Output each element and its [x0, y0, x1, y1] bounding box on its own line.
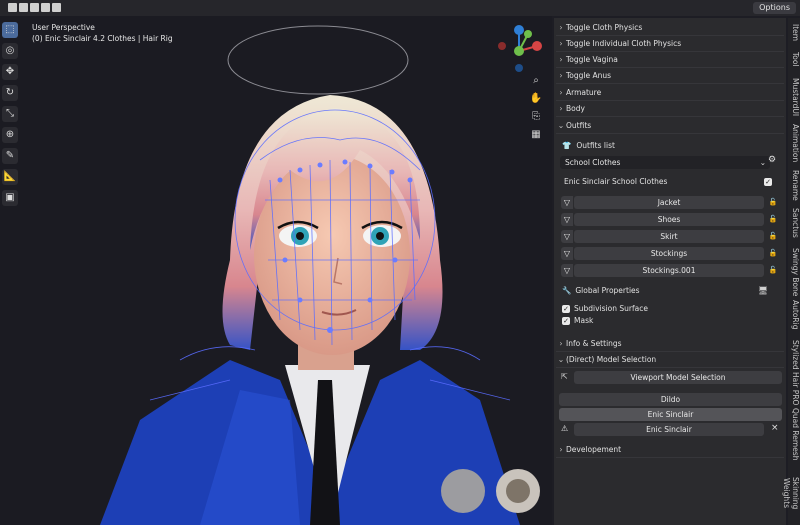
monitor-icon[interactable]: 🖥: [758, 286, 768, 295]
viewport-perspective-label: User Perspective: [32, 23, 95, 32]
armature-section[interactable]: › Armature: [556, 85, 784, 101]
lock-icon[interactable]: 🔓: [768, 230, 778, 243]
cursor-icon[interactable]: ◎: [2, 43, 18, 59]
toggle-vagina-section[interactable]: › Toggle Vagina: [556, 52, 784, 68]
rotate-icon[interactable]: ↻: [2, 85, 18, 101]
visibility-toggle-icon[interactable]: ▽: [561, 247, 573, 260]
warning-icon: ⚠: [561, 424, 569, 433]
annotate-icon[interactable]: ✎: [2, 148, 18, 164]
info-settings-section[interactable]: › Info & Settings: [556, 336, 784, 352]
header-bar: Options: [0, 0, 800, 16]
options-button[interactable]: Options: [753, 2, 796, 14]
outfit-piece-stockings-001[interactable]: Stockings.001: [574, 264, 764, 277]
visibility-toggle-icon[interactable]: ▽: [561, 196, 573, 209]
outfit-piece-skirt[interactable]: Skirt: [574, 230, 764, 243]
viewport-model-selection-button[interactable]: Viewport Model Selection: [574, 371, 782, 384]
viewport-select-icon: ⇱: [561, 372, 568, 381]
visibility-toggle-icon[interactable]: ▽: [561, 213, 573, 226]
scale-icon[interactable]: ⤡: [2, 106, 18, 122]
tab-item[interactable]: Item: [788, 24, 800, 41]
developement-section[interactable]: › Developement: [556, 442, 784, 458]
outfit-piece-jacket[interactable]: Jacket: [574, 196, 764, 209]
toggle-cloth-physics-section[interactable]: › Toggle Cloth Physics: [556, 20, 784, 36]
shirt-icon: 👕: [562, 141, 572, 150]
tab-quad-remesh[interactable]: Quad Remesh: [788, 408, 800, 460]
toggle-anus-section[interactable]: › Toggle Anus: [556, 68, 784, 84]
zoom-icon[interactable]: ⌕: [529, 74, 543, 88]
3d-viewport[interactable]: User Perspective (0) Enic Sinclair 4.2 C…: [0, 0, 552, 525]
body-section[interactable]: › Body: [556, 101, 784, 117]
navigation-gizmo[interactable]: [492, 24, 546, 78]
select-box-icon[interactable]: ⬚: [2, 22, 18, 38]
tab-skinning-weights[interactable]: Skinning Weights: [782, 462, 800, 525]
tab-tool[interactable]: Tool: [788, 52, 800, 67]
grid-icon[interactable]: ▦: [529, 128, 543, 142]
visibility-toggle-icon[interactable]: ▽: [561, 230, 573, 243]
transform-icon[interactable]: ⊕: [2, 127, 18, 143]
lock-icon[interactable]: 🔓: [768, 247, 778, 260]
tab-rename[interactable]: Rename: [788, 170, 800, 201]
character-render: [100, 25, 540, 525]
tab-autorig[interactable]: AutoRig: [788, 300, 800, 329]
measure-icon[interactable]: 📐: [2, 169, 18, 185]
model-enic-sinclair-button[interactable]: Enic Sinclair: [559, 408, 782, 421]
model-dildo-button[interactable]: Dildo: [559, 393, 782, 406]
outfit-piece-stockings[interactable]: Stockings: [574, 247, 764, 260]
toggle-individual-cloth-section[interactable]: › Toggle Individual Cloth Physics: [556, 36, 784, 52]
outfits-list-label: 👕 Outfits list: [562, 141, 615, 150]
global-properties-label: 🔧 Global Properties: [562, 286, 640, 295]
collection-label: Enic Sinclair School Clothes: [564, 177, 668, 186]
outfit-piece-shoes[interactable]: Shoes: [574, 213, 764, 226]
tab-swingy-bone[interactable]: Swingy Bone: [788, 248, 800, 296]
move-icon[interactable]: ✥: [2, 64, 18, 80]
outfit-dropdown[interactable]: School Clothes ⌄: [560, 156, 770, 169]
close-icon[interactable]: ×: [771, 423, 779, 433]
model-enic-sinclair-warning-button[interactable]: Enic Sinclair: [574, 423, 764, 436]
wrench-icon: 🔧: [562, 286, 572, 295]
gear-icon[interactable]: ⚙: [768, 155, 776, 165]
model-selection-section[interactable]: ⌄ (Direct) Model Selection: [556, 352, 784, 368]
camera-icon[interactable]: ⎘: [529, 110, 543, 124]
tab-stylized-hair[interactable]: Stylized Hair PRO: [788, 340, 800, 405]
lock-icon[interactable]: 🔓: [768, 213, 778, 226]
visibility-toggle-icon[interactable]: ▽: [561, 264, 573, 277]
pan-hand-icon[interactable]: ✋: [529, 92, 543, 106]
outfits-section[interactable]: ⌄ Outfits: [556, 118, 784, 134]
tab-animation[interactable]: Animation: [788, 124, 800, 162]
tab-mustardui[interactable]: MustardUI: [788, 78, 800, 116]
lock-icon[interactable]: 🔓: [768, 196, 778, 209]
sidebar-tabs: Item Tool MustardUI Animation Rename San…: [782, 18, 800, 525]
tool-shelf: ⬚ ◎ ✥ ↻ ⤡ ⊕ ✎ 📐 ▣: [2, 22, 18, 206]
collection-checkbox[interactable]: ✓: [764, 177, 776, 186]
mask-checkbox[interactable]: ✓ Mask: [562, 316, 593, 325]
add-cube-icon[interactable]: ▣: [2, 190, 18, 206]
viewport-collection-label: (0) Enic Sinclair 4.2 Clothes | Hair Rig: [32, 34, 173, 43]
tab-sanctus[interactable]: Sanctus: [788, 208, 800, 238]
lock-icon[interactable]: 🔓: [768, 264, 778, 277]
chevron-down-icon: ⌄: [759, 158, 766, 167]
subdivision-checkbox[interactable]: ✓ Subdivision Surface: [562, 304, 648, 313]
select-mode-icons[interactable]: [8, 3, 61, 12]
